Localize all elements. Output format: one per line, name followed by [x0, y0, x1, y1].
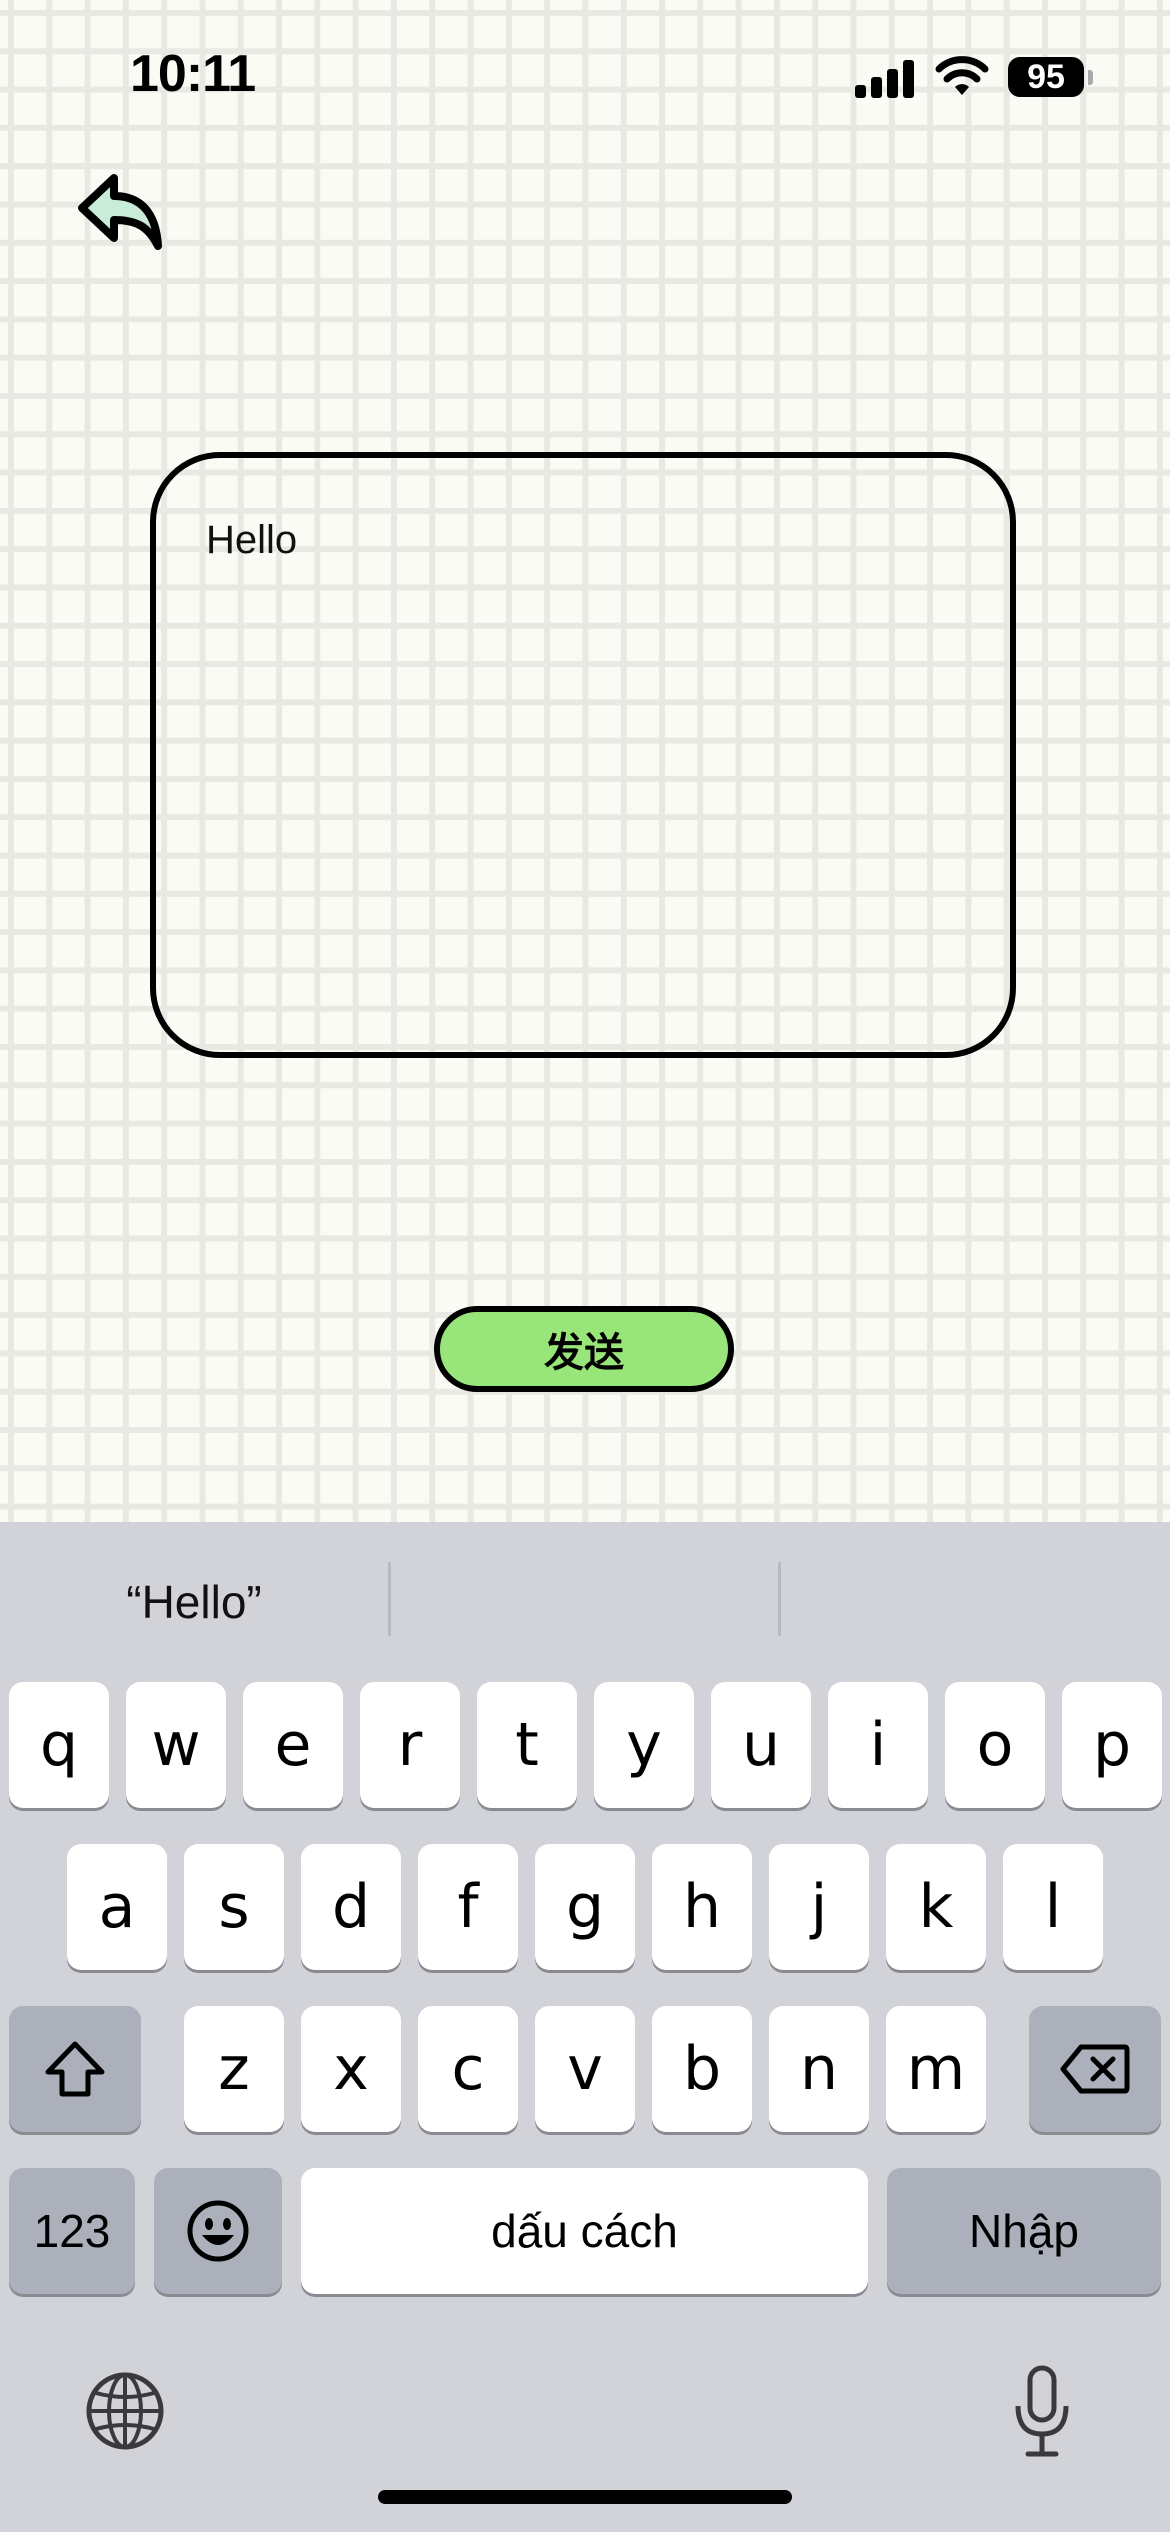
key-v[interactable]: v: [535, 2006, 635, 2132]
key-e[interactable]: e: [243, 1682, 343, 1808]
app-background: 10:11 95 Hello 发送: [0, 0, 1170, 1522]
microphone-icon[interactable]: [1010, 2364, 1074, 2460]
key-g[interactable]: g: [535, 1844, 635, 1970]
key-z[interactable]: z: [184, 2006, 284, 2132]
key-n[interactable]: n: [769, 2006, 869, 2132]
key-w[interactable]: w: [126, 1682, 226, 1808]
key-o[interactable]: o: [945, 1682, 1045, 1808]
key-l[interactable]: l: [1003, 1844, 1103, 1970]
suggestion-item-empty[interactable]: [781, 1522, 1170, 1682]
key-r[interactable]: r: [360, 1682, 460, 1808]
numbers-key[interactable]: 123: [9, 2168, 135, 2294]
emoji-icon: [187, 2200, 249, 2262]
suggestion-item[interactable]: “Hello”: [0, 1522, 388, 1682]
home-indicator: [378, 2490, 792, 2504]
backspace-icon: [1060, 2044, 1130, 2094]
key-h[interactable]: h: [652, 1844, 752, 1970]
status-time: 10:11: [130, 45, 256, 103]
key-k[interactable]: k: [886, 1844, 986, 1970]
key-j[interactable]: j: [769, 1844, 869, 1970]
key-b[interactable]: b: [652, 2006, 752, 2132]
shift-icon: [45, 2041, 105, 2097]
delete-key[interactable]: [1029, 2006, 1161, 2132]
key-y[interactable]: y: [594, 1682, 694, 1808]
return-key[interactable]: Nhập: [887, 2168, 1161, 2294]
key-t[interactable]: t: [477, 1682, 577, 1808]
battery-tip: [1088, 70, 1093, 85]
key-s[interactable]: s: [184, 1844, 284, 1970]
message-text-value: Hello: [206, 518, 298, 562]
emoji-key[interactable]: [154, 2168, 282, 2294]
key-f[interactable]: f: [418, 1844, 518, 1970]
key-m[interactable]: m: [886, 2006, 986, 2132]
space-key[interactable]: dấu cách: [301, 2168, 868, 2294]
cellular-signal-icon: [855, 58, 915, 98]
key-a[interactable]: a: [67, 1844, 167, 1970]
shift-key[interactable]: [9, 2006, 141, 2132]
suggestion-item-empty[interactable]: [391, 1522, 779, 1682]
back-arrow-icon[interactable]: [70, 160, 170, 260]
key-u[interactable]: u: [711, 1682, 811, 1808]
key-p[interactable]: p: [1062, 1682, 1162, 1808]
wifi-icon: [935, 56, 989, 95]
send-button[interactable]: 发送: [434, 1306, 734, 1392]
battery-indicator: 95: [1008, 57, 1084, 97]
key-x[interactable]: x: [301, 2006, 401, 2132]
key-c[interactable]: c: [418, 2006, 518, 2132]
key-d[interactable]: d: [301, 1844, 401, 1970]
key-q[interactable]: q: [9, 1682, 109, 1808]
globe-icon[interactable]: [84, 2370, 166, 2452]
key-i[interactable]: i: [828, 1682, 928, 1808]
